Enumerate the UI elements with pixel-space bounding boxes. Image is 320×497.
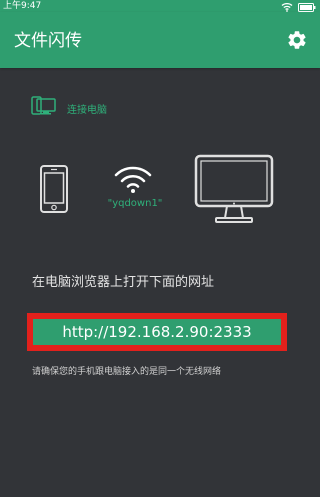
url-highlight: http://192.168.2.90:2333 xyxy=(27,313,287,351)
connect-computer-label: 连接电脑 xyxy=(67,104,107,116)
connect-computer-link[interactable]: 连接电脑 xyxy=(31,96,107,120)
wifi-icon xyxy=(113,165,153,197)
gear-icon[interactable] xyxy=(286,29,308,51)
status-time: 上午9:47 xyxy=(3,1,42,11)
connect-computer-icon xyxy=(31,96,57,120)
network-name: "yqdown1" xyxy=(107,198,163,209)
app-title: 文件闪传 xyxy=(14,31,82,51)
phone-icon xyxy=(40,165,68,217)
monitor-icon xyxy=(194,154,274,230)
status-bar: 上午9:47 xyxy=(0,0,320,12)
app-bar: 文件闪传 xyxy=(0,12,320,68)
network-note: 请确保您的手机跟电脑接入的是同一个无线网络 xyxy=(32,367,222,377)
url-display[interactable]: http://192.168.2.90:2333 xyxy=(33,319,281,345)
status-icons xyxy=(281,1,316,12)
instruction-text: 在电脑浏览器上打开下面的网址 xyxy=(32,275,215,290)
